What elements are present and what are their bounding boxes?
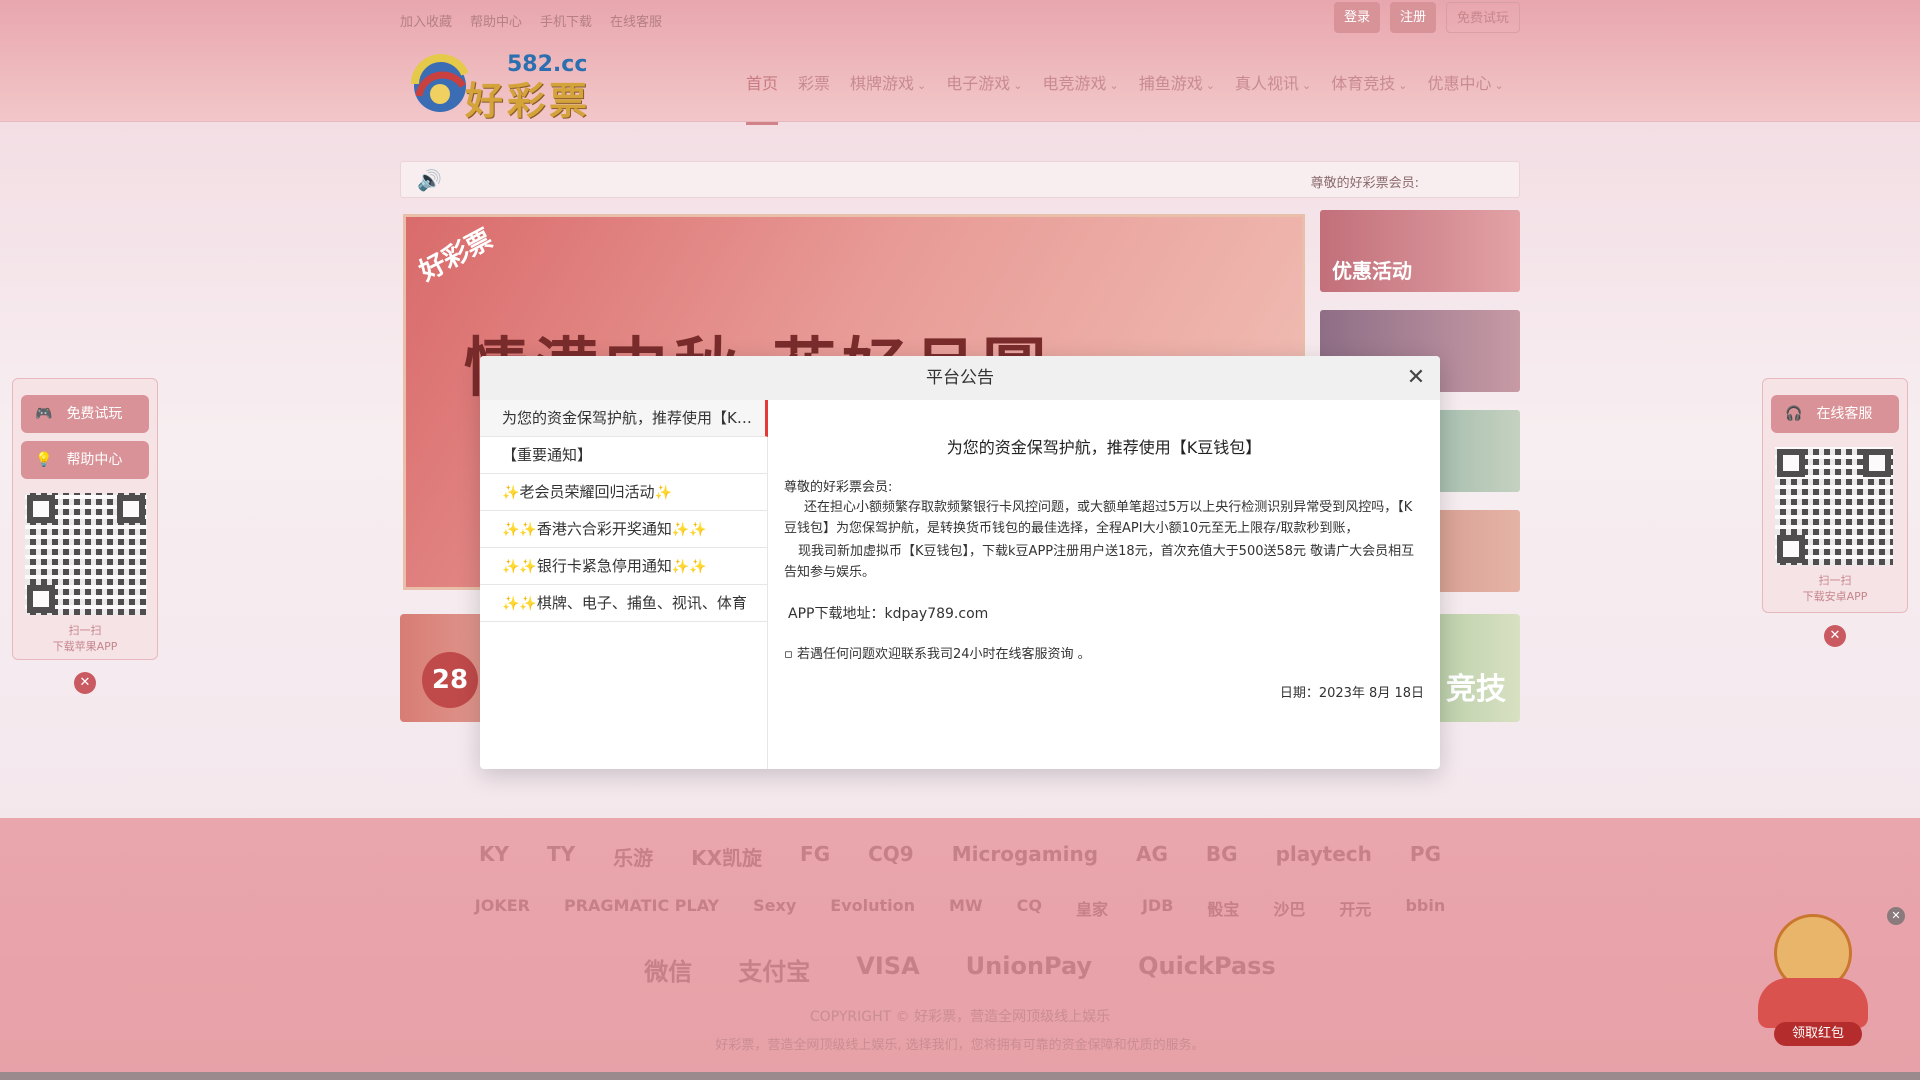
announcement-item-label: 【重要通知】 xyxy=(502,446,593,464)
announcement-item[interactable]: ✨✨香港六合彩开奖通知✨✨ xyxy=(480,511,768,548)
help-note: ▫ 若遇任何问题欢迎联系我司24小时在线客服资询 。 xyxy=(784,647,1091,662)
announcement-item[interactable]: ✨老会员荣耀回归活动✨ xyxy=(480,474,768,511)
announcement-paragraph-2: 现我司新加虚拟币【K豆钱包】，下载k豆APP注册用户送18元，首次充值大于500… xyxy=(784,544,1415,580)
sparkle-icon: ✨✨ xyxy=(502,596,537,612)
close-icon[interactable]: ✕ xyxy=(1402,364,1430,392)
announcement-item[interactable]: 【重要通知】 xyxy=(480,437,768,474)
sparkle-icon: ✨✨ xyxy=(671,559,707,575)
sparkle-icon: ✨✨ xyxy=(502,559,537,575)
sparkle-icon: ✨ xyxy=(502,485,520,501)
announcement-date: 日期：2023年 8月 18日 xyxy=(1279,686,1424,701)
announcement-item-label: 老会员荣耀回归活动 xyxy=(519,483,655,501)
announcement-paragraph-1: 还在担心小额频繁存取款频繁银行卡风控问题，或大额单笔超过5万以上央行检测识别异常… xyxy=(784,500,1413,536)
announcement-list: 为您的资金保驾护航，推荐使用【K豆钱包】 【重要通知】 ✨老会员荣耀回归活动✨ … xyxy=(480,400,768,769)
app-download-address: APP下载地址：kdpay789.com xyxy=(788,606,989,622)
announcement-item[interactable]: ✨✨棋牌、电子、捕鱼、视讯、体育 xyxy=(480,585,768,622)
sparkle-icon: ✨✨ xyxy=(671,522,707,538)
announcement-item-label: 香港六合彩开奖通知 xyxy=(536,520,672,538)
announcement-greeting: 尊敬的好彩票会员: xyxy=(784,480,893,495)
announcement-item-label: 银行卡紧急停用通知 xyxy=(536,557,672,575)
announcement-heading: 为您的资金保驾护航，推荐使用【K豆钱包】 xyxy=(946,438,1262,457)
announcement-item[interactable]: 为您的资金保驾护航，推荐使用【K豆钱包】 xyxy=(480,400,768,437)
announcement-item[interactable]: ✨✨银行卡紧急停用通知✨✨ xyxy=(480,548,768,585)
announcement-item-label: 棋牌、电子、捕鱼、视讯、体育 xyxy=(536,594,747,612)
sparkle-icon: ✨✨ xyxy=(502,522,537,538)
modal-title: 平台公告 xyxy=(926,368,994,388)
modal-body: 为您的资金保驾护航，推荐使用【K豆钱包】 【重要通知】 ✨老会员荣耀回归活动✨ … xyxy=(480,400,1440,769)
sparkle-icon: ✨ xyxy=(654,485,672,501)
modal-header: 平台公告 ✕ xyxy=(480,356,1440,400)
announcement-item-label: 为您的资金保驾护航，推荐使用【K豆钱包】 xyxy=(502,409,768,427)
announcement-content: 为您的资金保驾护航，推荐使用【K豆钱包】 尊敬的好彩票会员: 还在担心小额频繁存… xyxy=(784,400,1424,769)
announcement-modal: 平台公告 ✕ 为您的资金保驾护航，推荐使用【K豆钱包】 【重要通知】 ✨老会员荣… xyxy=(480,356,1440,769)
